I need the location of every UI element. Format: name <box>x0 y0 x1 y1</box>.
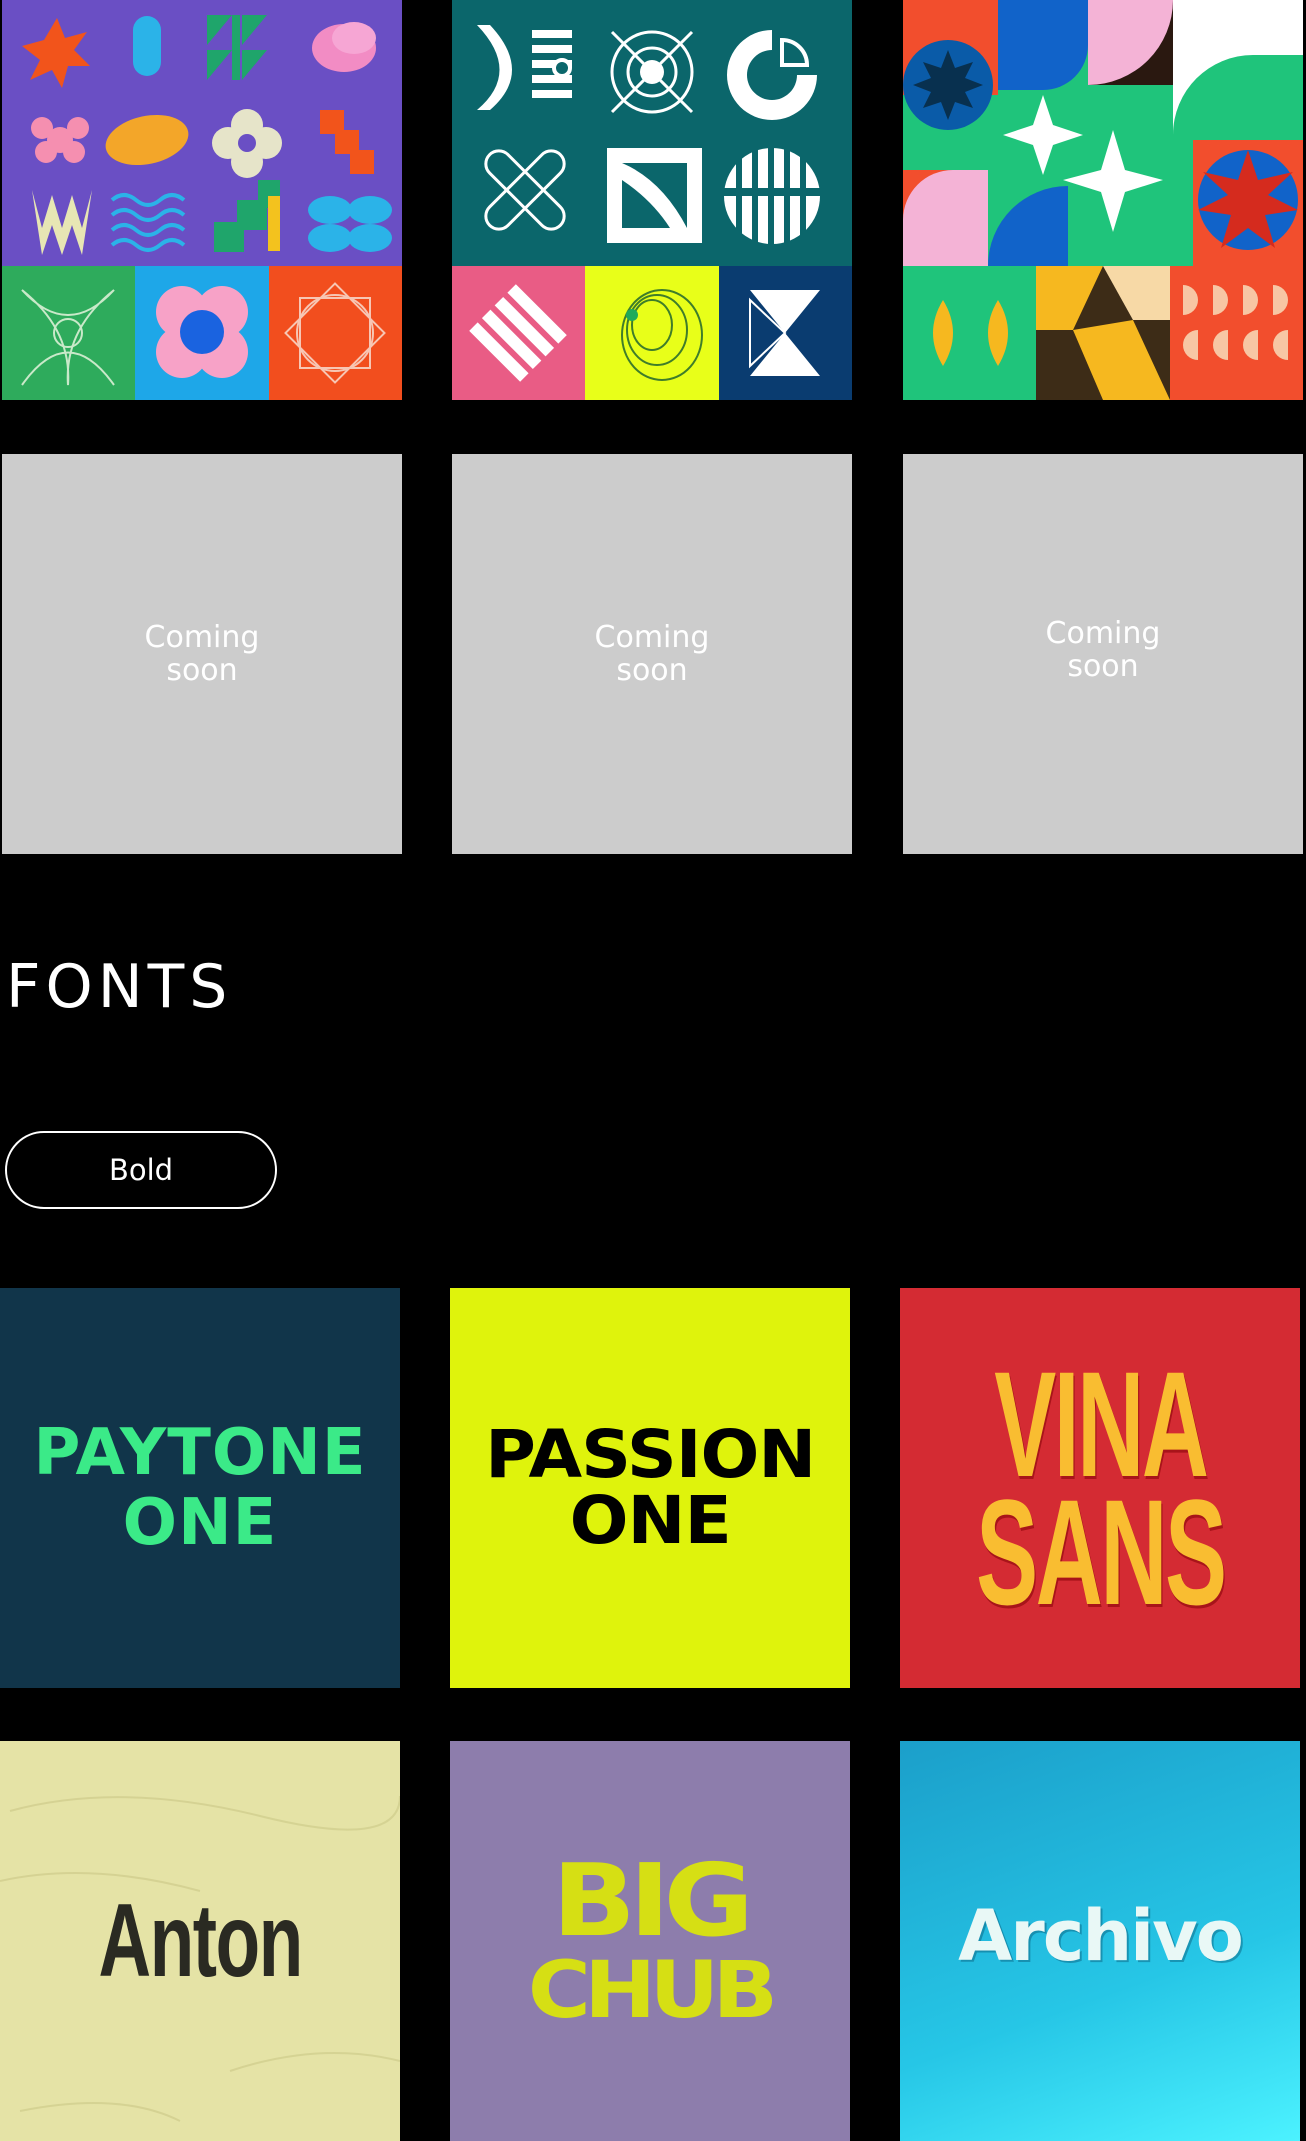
font-card-title: Archivo <box>958 1895 1244 1977</box>
coming-soon-label: Coming soon <box>594 620 710 688</box>
font-card-big-chub[interactable]: BIG CHUB <box>450 1741 850 2141</box>
font-card-title: VINA SANS <box>900 1349 1300 1636</box>
pattern-pack-2-art <box>452 0 852 400</box>
coming-soon-card-3: Coming soon <box>903 454 1303 854</box>
font-card-vina-sans[interactable]: VINA SANS <box>900 1288 1300 1688</box>
font-card-title: PASSION ONE <box>485 1422 816 1554</box>
font-title-line: SANS <box>975 1468 1227 1636</box>
font-title-line: PAYTONE <box>33 1416 367 1490</box>
font-card-paytone-one[interactable]: PAYTONE ONE <box>0 1288 400 1688</box>
font-card-title: Anton <box>55 1882 345 2001</box>
pattern-pack-3-thumbnail[interactable] <box>903 0 1303 400</box>
pattern-pack-1-thumbnail[interactable] <box>2 0 402 400</box>
pattern-pack-2-thumbnail[interactable] <box>452 0 852 400</box>
font-card-passion-one[interactable]: PASSION ONE <box>450 1288 850 1688</box>
font-card-title: PAYTONE ONE <box>33 1418 366 1558</box>
font-title-line: Anton <box>98 1882 303 1999</box>
font-card-anton[interactable]: Anton <box>0 1741 400 2141</box>
coming-soon-label: Coming soon <box>144 620 260 688</box>
bold-filter-button[interactable]: Bold <box>5 1131 277 1209</box>
coming-soon-card-1: Coming soon <box>2 454 402 854</box>
coming-soon-label: Coming soon <box>1045 616 1161 684</box>
font-title-line: ONE <box>122 1486 278 1560</box>
font-card-title: BIG CHUB <box>528 1851 778 2032</box>
font-title-line: PASSION <box>484 1416 816 1493</box>
font-title-line: BIG <box>552 1842 754 1959</box>
font-title-line: CHUB <box>528 1946 778 2036</box>
pattern-pack-1-art <box>2 0 402 400</box>
fonts-section-heading: FONTS <box>6 952 233 1022</box>
coming-soon-card-2: Coming soon <box>452 454 852 854</box>
pattern-pack-3-art <box>903 0 1303 400</box>
font-card-archivo[interactable]: Archivo <box>900 1741 1300 2141</box>
font-title-line: ONE <box>569 1482 731 1559</box>
font-title-line: Archivo <box>958 1895 1244 1977</box>
